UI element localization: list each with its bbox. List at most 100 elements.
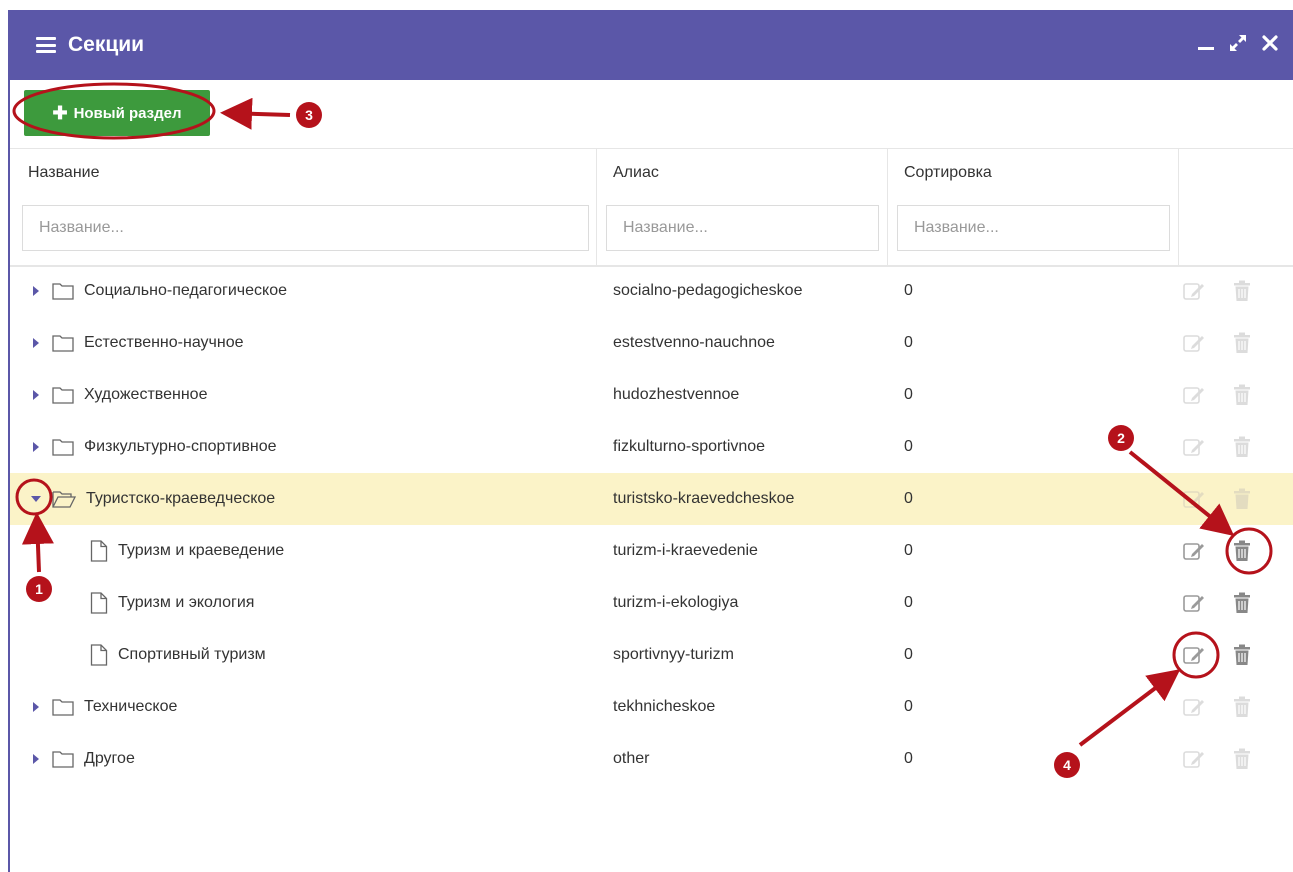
row-sort: 0 [904,334,913,351]
open-folder-icon [52,490,76,508]
column-header-name[interactable]: Название [28,164,100,182]
grid-header: Название Алиас Сортировка [10,148,1293,267]
new-section-label: Новый раздел [73,104,182,122]
row-sort: 0 [904,542,913,559]
row-alias: sportivnyy-turizm [613,646,734,663]
folder-icon [52,386,74,404]
collapse-arrow-icon[interactable] [28,491,44,507]
expand-arrow-icon[interactable] [28,751,44,767]
expand-arrow-icon[interactable] [28,439,44,455]
trash-icon[interactable] [1229,381,1255,409]
trash-icon[interactable] [1229,277,1255,305]
row-name: Туризм и краеведение [118,542,285,559]
callout-badge-2: 2 [1108,425,1134,451]
column-header-sort[interactable]: Сортировка [904,164,992,182]
document-icon [90,644,108,666]
expand-arrow-icon[interactable] [28,335,44,351]
sections-tree: Социально-педагогическое socialno-pedago… [10,265,1293,785]
close-icon[interactable] [1259,32,1281,54]
row-sort: 0 [904,750,913,767]
table-row-child[interactable]: Туризм и краеведение turizm-i-kraevedeni… [10,525,1293,577]
column-divider [887,148,888,265]
trash-icon[interactable] [1229,745,1255,773]
window-title: Секции [68,33,145,56]
expand-arrow-icon[interactable] [28,699,44,715]
row-alias: hudozhestvennoe [613,386,740,403]
table-row[interactable]: Другое other 0 [10,733,1293,785]
minimize-icon[interactable] [1195,32,1217,54]
callout-badge-1: 1 [26,576,52,602]
row-sort: 0 [904,438,913,455]
row-name: Техническое [84,698,178,715]
edit-icon[interactable] [1181,433,1207,461]
edit-icon[interactable] [1181,537,1207,565]
trash-icon[interactable] [1229,589,1255,617]
row-alias: other [613,750,650,767]
table-row[interactable]: Художественное hudozhestvennoe 0 [10,369,1293,421]
plus-icon: ✚ [52,103,68,123]
edit-icon[interactable] [1181,589,1207,617]
row-sort: 0 [904,282,913,299]
edit-icon[interactable] [1181,745,1207,773]
column-divider [596,148,597,265]
row-alias: estestvenno-nauchnoe [613,334,775,351]
edit-icon[interactable] [1181,381,1207,409]
name-filter-input[interactable] [22,205,589,251]
document-icon [90,540,108,562]
row-name: Физкультурно-спортивное [84,438,277,455]
row-name: Естественно-научное [84,334,244,351]
trash-icon[interactable] [1229,485,1255,513]
edit-icon[interactable] [1181,277,1207,305]
row-name: Спортивный туризм [118,646,266,663]
trash-icon[interactable] [1229,693,1255,721]
callout-badge-3: 3 [296,102,322,128]
trash-icon[interactable] [1229,641,1255,669]
table-row-selected[interactable]: Туристско-краеведческое turistsko-kraeve… [10,473,1293,525]
row-sort: 0 [904,490,913,507]
maximize-icon[interactable] [1227,32,1249,54]
callout-badge-4: 4 [1054,752,1080,778]
folder-icon [52,282,74,300]
table-row-child[interactable]: Туризм и экология turizm-i-ekologiya 0 [10,577,1293,629]
edit-icon[interactable] [1181,485,1207,513]
table-row[interactable]: Естественно-научное estestvenno-nauchnoe… [10,317,1293,369]
row-alias: turistsko-kraevedcheskoe [613,490,795,507]
expand-arrow-icon[interactable] [28,387,44,403]
alias-filter-input[interactable] [606,205,879,251]
window-titlebar: Секции [10,10,1293,80]
folder-icon [52,698,74,716]
document-icon [90,592,108,614]
edit-icon[interactable] [1181,641,1207,669]
row-sort: 0 [904,698,913,715]
column-header-alias[interactable]: Алиас [613,164,659,182]
row-name: Социально-педагогическое [84,282,287,299]
trash-icon[interactable] [1229,433,1255,461]
menu-icon[interactable] [36,37,56,53]
row-sort: 0 [904,646,913,663]
sections-window: Секции ✚ Новый раздел Название Алиас Сор… [8,10,1293,872]
folder-icon [52,334,74,352]
trash-icon[interactable] [1229,537,1255,565]
trash-icon[interactable] [1229,329,1255,357]
sort-filter-input[interactable] [897,205,1170,251]
expand-arrow-icon[interactable] [28,283,44,299]
column-divider [1178,148,1179,265]
row-sort: 0 [904,594,913,611]
folder-icon [52,438,74,456]
table-row-child[interactable]: Спортивный туризм sportivnyy-turizm 0 [10,629,1293,681]
row-alias: fizkulturno-sportivnoe [613,438,766,455]
folder-icon [52,750,74,768]
row-sort: 0 [904,386,913,403]
row-alias: tekhnicheskoe [613,698,716,715]
table-row[interactable]: Физкультурно-спортивное fizkulturno-spor… [10,421,1293,473]
row-name: Художественное [84,386,208,403]
row-name: Другое [84,750,135,767]
new-section-button[interactable]: ✚ Новый раздел [24,90,210,136]
row-alias: turizm-i-ekologiya [613,594,739,611]
edit-icon[interactable] [1181,329,1207,357]
row-alias: turizm-i-kraevedenie [613,542,758,559]
table-row[interactable]: Социально-педагогическое socialno-pedago… [10,265,1293,317]
edit-icon[interactable] [1181,693,1207,721]
toolbar: ✚ Новый раздел [10,80,1293,149]
table-row[interactable]: Техническое tekhnicheskoe 0 [10,681,1293,733]
